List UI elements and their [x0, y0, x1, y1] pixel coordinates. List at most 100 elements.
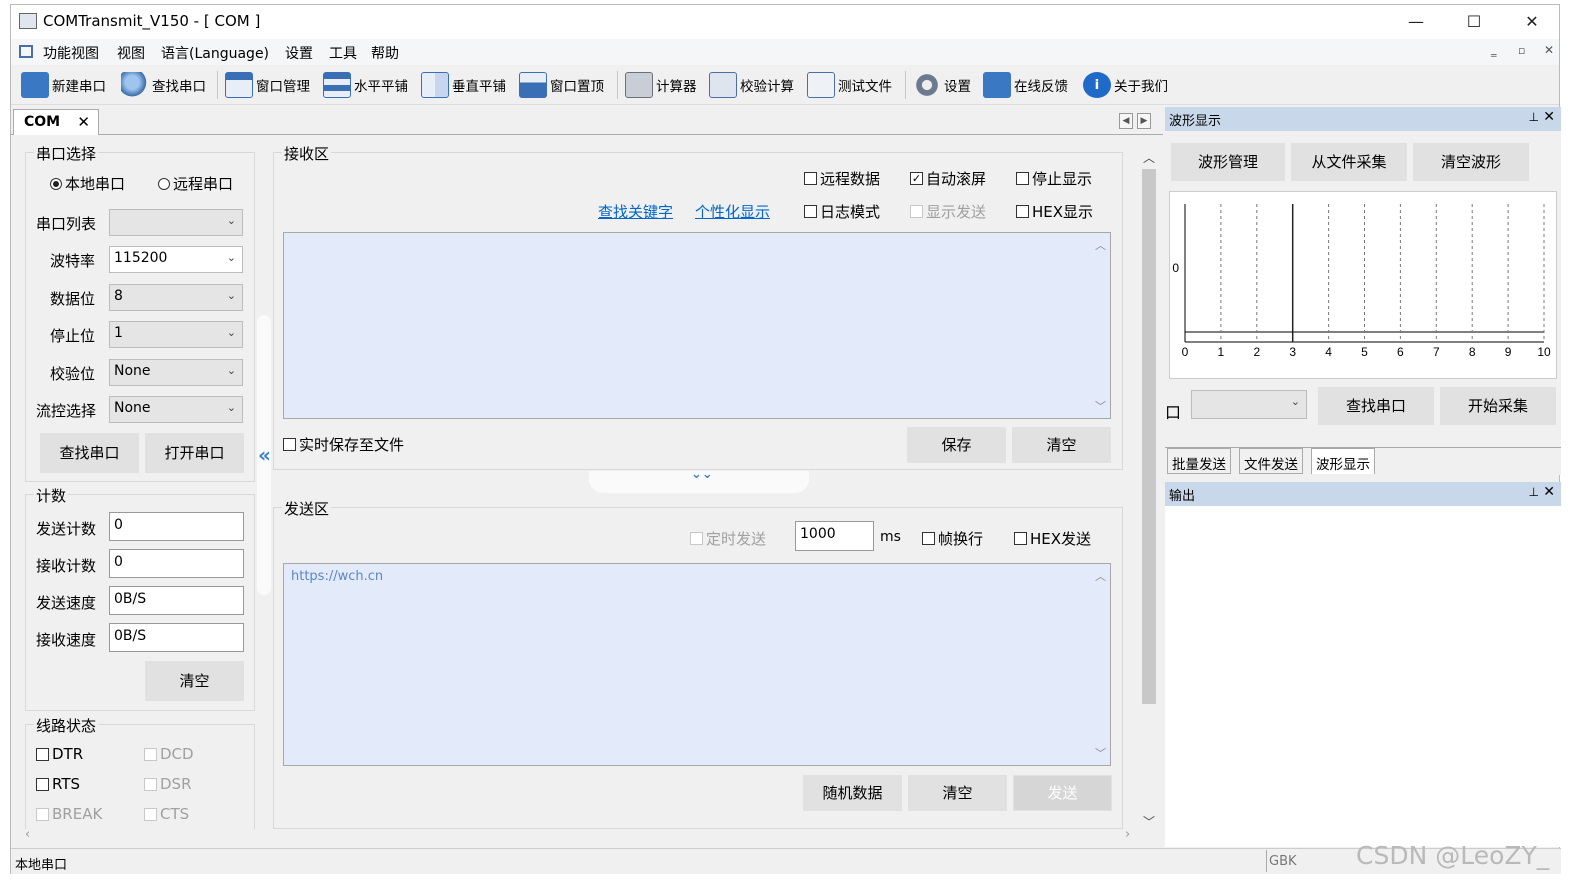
receive-text-area[interactable]: ︿ ﹀	[283, 232, 1111, 419]
find-keyword-link[interactable]: 查找关键字	[598, 201, 673, 222]
send-speed-field[interactable]: 0B/S	[109, 586, 244, 615]
stop-display-checkbox[interactable]: 停止显示	[1016, 168, 1092, 189]
save-realtime-checkbox[interactable]: 实时保存至文件	[283, 434, 404, 455]
send-count-field[interactable]: 0	[109, 512, 244, 541]
remote-port-radio[interactable]: 远程串口	[158, 173, 233, 194]
send-button[interactable]: 发送	[1013, 775, 1112, 811]
main-horizontal-scrollbar[interactable]: ‹ ›	[21, 827, 1139, 845]
menu-help[interactable]: 帮助	[371, 43, 399, 63]
wave-find-port-button[interactable]: 查找串口	[1318, 387, 1434, 425]
tile-horizontal-button[interactable]: 水平平铺	[323, 69, 408, 101]
new-port-label: 新建串口	[52, 79, 106, 95]
feedback-button[interactable]: 在线反馈	[983, 69, 1068, 101]
mdi-close-icon[interactable]: ✕	[1544, 43, 1554, 57]
count-group: 计数 发送计数 0 接收计数 0 发送速度 0B/S 接收速度 0B/S 清空	[25, 485, 255, 711]
checkbox-icon	[922, 532, 935, 545]
mdi-minimize-icon[interactable]: ‗	[1491, 44, 1497, 57]
tab-close-icon[interactable]: ✕	[77, 113, 90, 131]
send-scrollbar[interactable]: ︿ ﹀	[1090, 564, 1110, 765]
open-port-button[interactable]: 打开串口	[145, 433, 244, 473]
about-button[interactable]: i 关于我们	[1083, 69, 1168, 101]
recv-count-field[interactable]: 0	[109, 549, 244, 578]
checksum-button[interactable]: 校验计算	[709, 69, 794, 101]
tab-batch-send[interactable]: 批量发送	[1167, 448, 1231, 474]
minimize-button[interactable]: —	[1387, 5, 1445, 39]
random-data-button[interactable]: 随机数据	[803, 775, 902, 811]
flow-combo[interactable]: None ⌄	[109, 396, 243, 423]
scroll-up-icon[interactable]: ︿	[1095, 568, 1106, 584]
output-area[interactable]	[1165, 506, 1561, 847]
frame-newline-checkbox[interactable]: 帧换行	[922, 528, 983, 549]
scroll-thumb[interactable]	[1142, 169, 1156, 704]
interval-unit: ms	[880, 529, 901, 545]
main-vertical-scrollbar[interactable]: ︿ ﹀	[1139, 149, 1159, 829]
menu-function-view[interactable]: 功能视图	[43, 43, 99, 63]
start-capture-button[interactable]: 开始采集	[1440, 387, 1556, 425]
tab-com[interactable]: COM ✕	[13, 109, 99, 136]
scroll-right-icon[interactable]: ›	[1125, 827, 1130, 842]
hex-display-checkbox[interactable]: HEX显示	[1016, 201, 1093, 222]
port-list-combo[interactable]: ⌄	[109, 209, 243, 236]
output-panel-close-icon[interactable]: ✕	[1543, 484, 1555, 500]
tab-wave-display[interactable]: 波形显示	[1311, 448, 1375, 474]
stopbits-combo[interactable]: 1 ⌄	[109, 321, 243, 348]
scroll-left-icon[interactable]: ‹	[25, 827, 30, 842]
new-port-button[interactable]: 新建串口	[21, 69, 106, 101]
tab-scroll-left-icon[interactable]: ◀	[1119, 113, 1133, 129]
window-top-button[interactable]: 窗口置顶	[519, 69, 604, 101]
wave-manage-button[interactable]: 波形管理	[1171, 143, 1285, 181]
menu-settings[interactable]: 设置	[285, 43, 313, 63]
scroll-up-icon[interactable]: ︿	[1095, 237, 1106, 253]
tab-scroll-right-icon[interactable]: ▶	[1137, 113, 1151, 129]
rts-checkbox[interactable]: RTS	[36, 775, 80, 793]
scroll-down-icon[interactable]: ﹀	[1095, 745, 1106, 761]
custom-display-link[interactable]: 个性化显示	[695, 201, 770, 222]
window-manage-button[interactable]: 窗口管理	[225, 69, 310, 101]
scroll-down-icon[interactable]: ﹀	[1143, 813, 1155, 830]
settings-toolbar-button[interactable]: 设置	[913, 69, 971, 101]
save-button[interactable]: 保存	[907, 427, 1006, 463]
receive-clear-button[interactable]: 清空	[1012, 427, 1111, 463]
maximize-button[interactable]: ☐	[1445, 5, 1503, 39]
x-tick-label: 3	[1289, 345, 1296, 359]
tile-vertical-button[interactable]: 垂直平铺	[421, 69, 506, 101]
tab-file-send[interactable]: 文件发送	[1239, 448, 1303, 474]
status-encoding: GBK	[1269, 854, 1297, 869]
collapse-down-icon[interactable]: ⌄⌄	[691, 468, 713, 481]
test-file-button[interactable]: 测试文件	[807, 69, 892, 101]
pin-icon[interactable]: ⊥	[1529, 485, 1539, 499]
scroll-down-icon[interactable]: ﹀	[1095, 398, 1106, 414]
find-port-toolbar-button[interactable]: 查找串口	[121, 69, 206, 101]
baud-combo[interactable]: 115200 ⌄	[109, 246, 243, 273]
pin-icon[interactable]: ⊥	[1529, 110, 1539, 124]
send-clear-button[interactable]: 清空	[908, 775, 1007, 811]
wave-port-combo[interactable]: ⌄	[1191, 390, 1307, 419]
local-port-radio[interactable]: 本地串口	[50, 173, 125, 194]
count-clear-button[interactable]: 清空	[145, 661, 244, 701]
collapse-left-icon[interactable]: «	[258, 443, 271, 467]
recv-speed-field[interactable]: 0B/S	[109, 623, 244, 652]
wave-panel-close-icon[interactable]: ✕	[1543, 109, 1555, 125]
remote-data-checkbox[interactable]: 远程数据	[804, 168, 880, 189]
log-mode-checkbox[interactable]: 日志模式	[804, 201, 880, 222]
menu-language[interactable]: 语言(Language)	[161, 43, 269, 63]
clear-wave-button[interactable]: 清空波形	[1413, 143, 1529, 181]
auto-scroll-checkbox[interactable]: ✓ 自动滚屏	[910, 168, 986, 189]
receive-scrollbar[interactable]: ︿ ﹀	[1090, 233, 1110, 418]
calculator-button[interactable]: 计算器	[625, 69, 697, 101]
dtr-checkbox[interactable]: DTR	[36, 745, 83, 763]
find-port-button[interactable]: 查找串口	[40, 433, 139, 473]
hex-send-checkbox[interactable]: HEX发送	[1014, 528, 1091, 549]
menu-view[interactable]: 视图	[117, 43, 145, 63]
send-text-area[interactable]: https://wch.cn ︿ ﹀	[283, 563, 1111, 766]
close-button[interactable]: ✕	[1503, 5, 1561, 39]
chevron-down-icon: ⌄	[1290, 395, 1300, 408]
mdi-restore-icon[interactable]: ▫	[1518, 44, 1525, 57]
from-file-button[interactable]: 从文件采集	[1291, 143, 1407, 181]
parity-combo[interactable]: None ⌄	[109, 359, 243, 386]
menu-tools[interactable]: 工具	[329, 43, 357, 63]
scroll-up-icon[interactable]: ︿	[1143, 149, 1155, 166]
checkbox-icon	[1014, 532, 1027, 545]
databits-combo[interactable]: 8 ⌄	[109, 284, 243, 311]
interval-field[interactable]: 1000	[795, 521, 874, 551]
